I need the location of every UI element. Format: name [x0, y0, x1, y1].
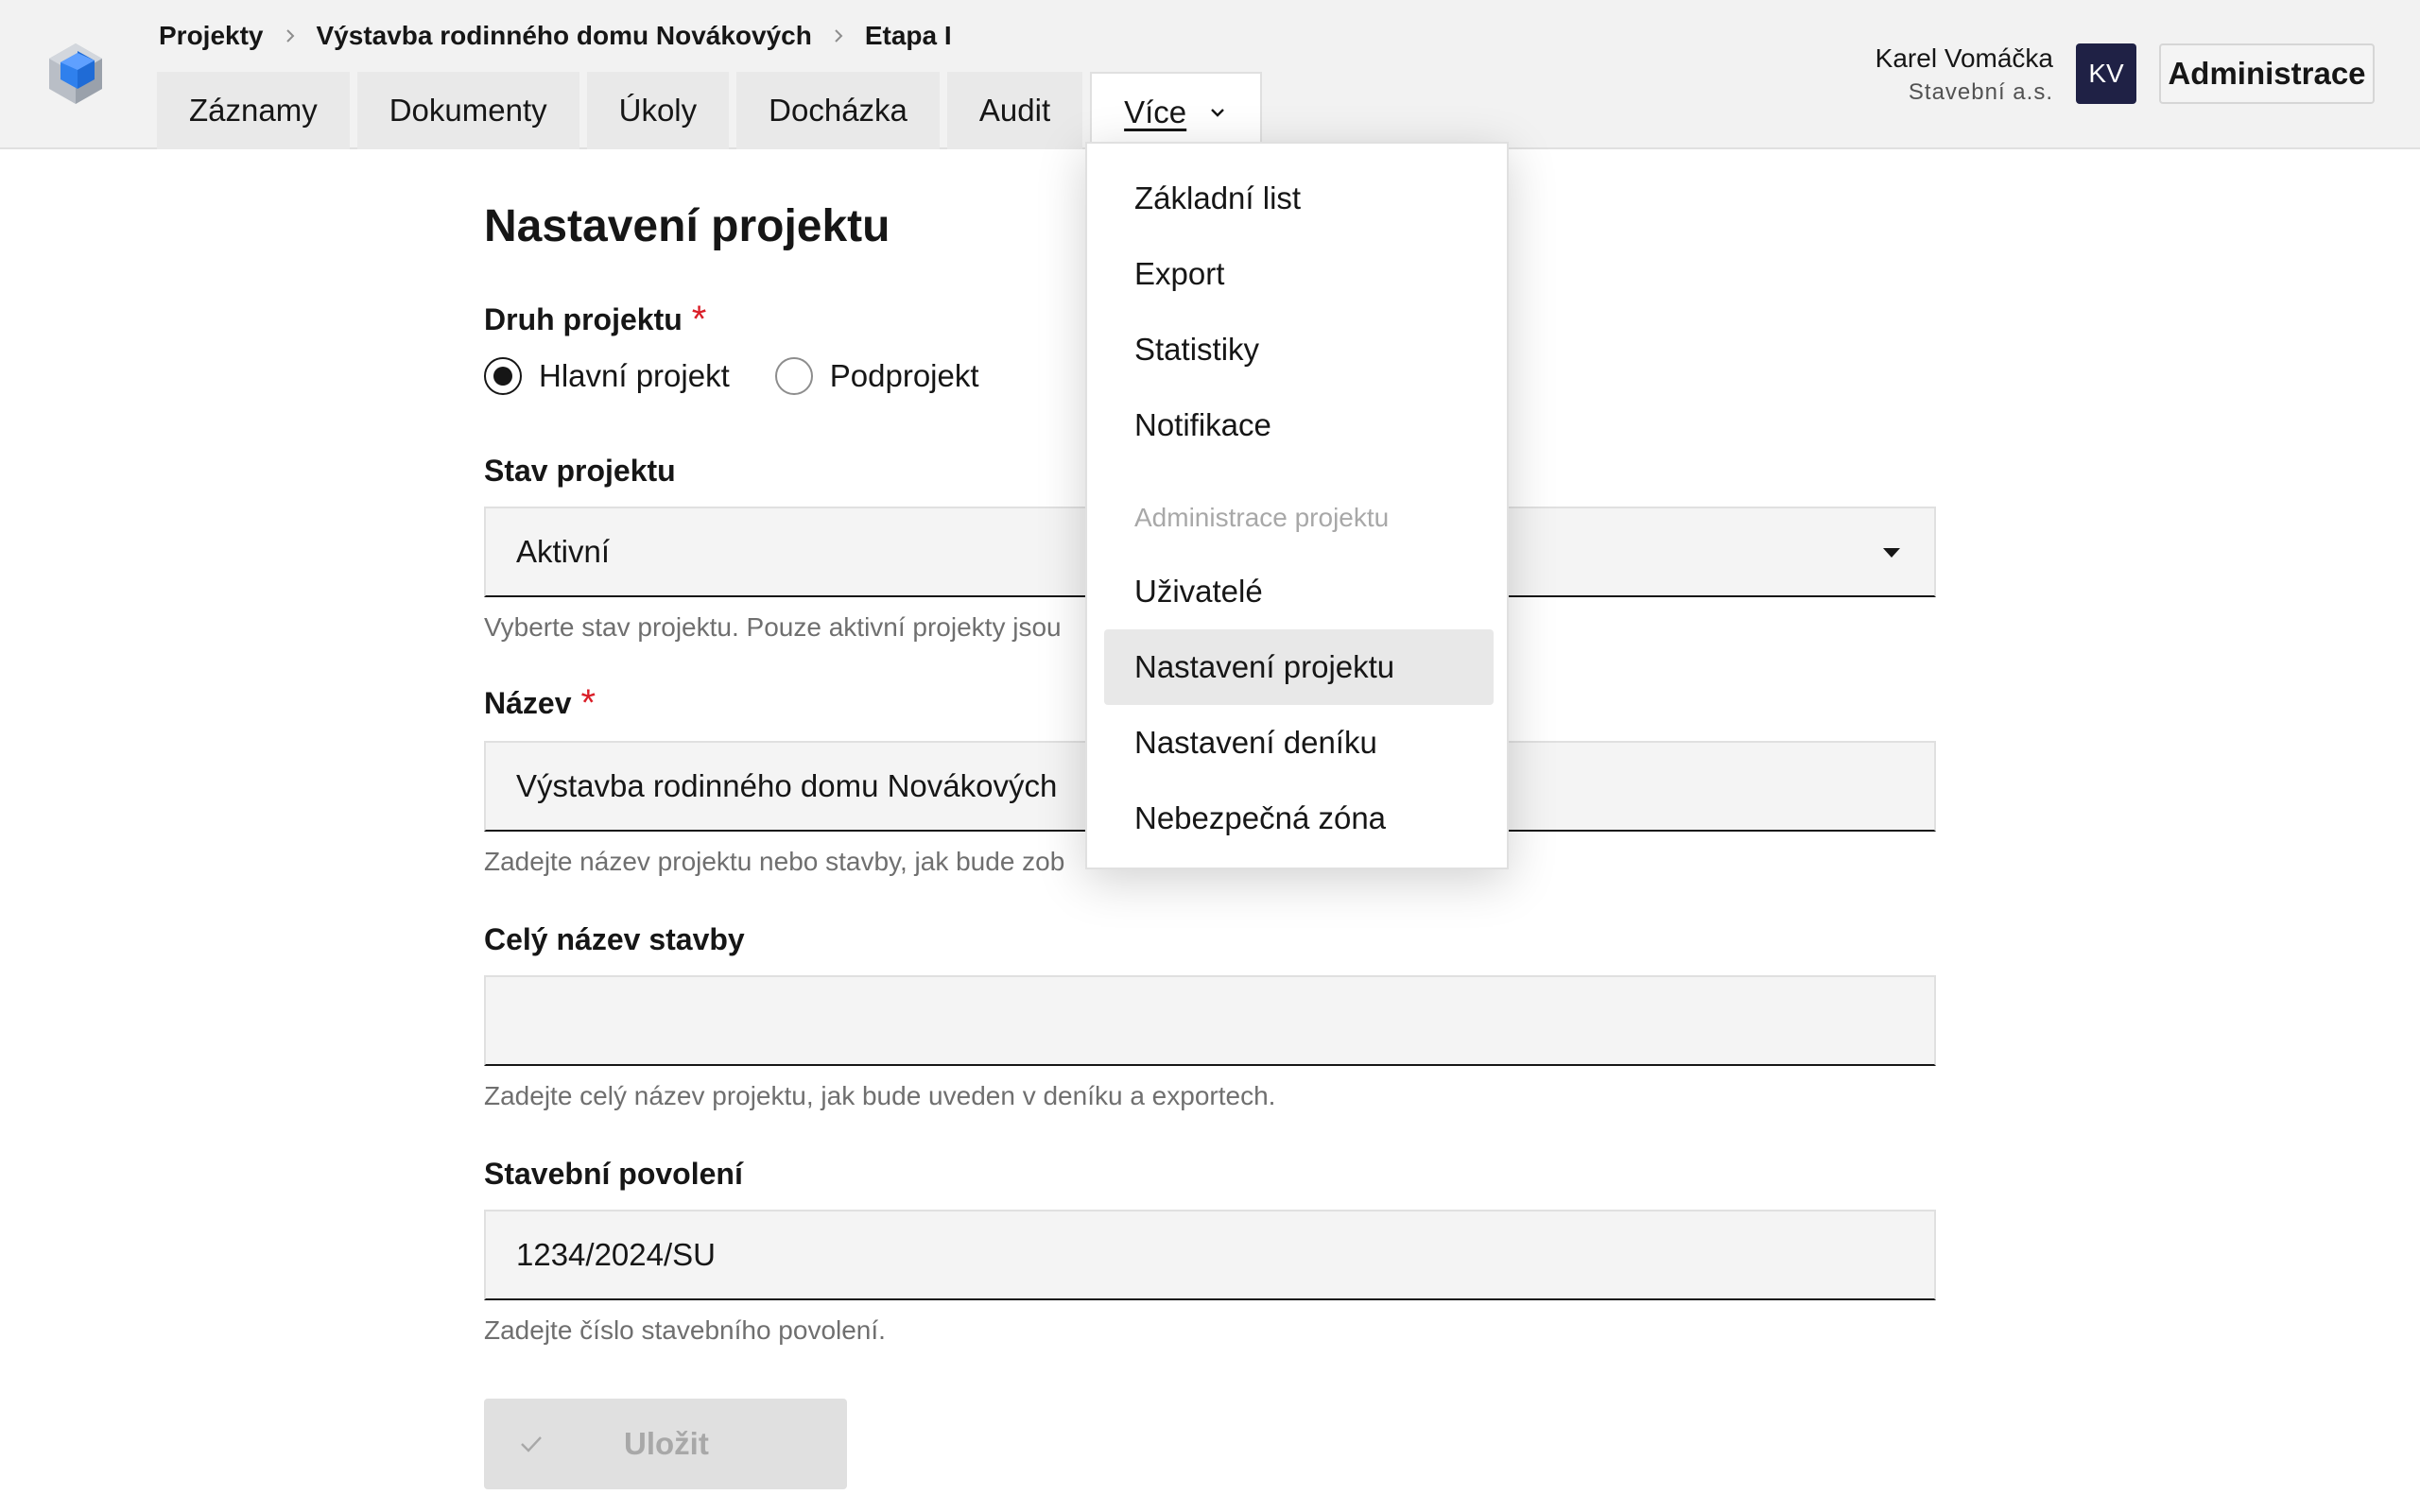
povoleni-helper: Zadejte číslo stavebního povolení.	[484, 1315, 886, 1345]
menu-item-uzivatele[interactable]: Uživatelé	[1104, 554, 1494, 629]
user-info: Karel Vomáčka Stavební a.s.	[1876, 42, 2053, 108]
tab-label: Docházka	[769, 93, 908, 128]
checkmark-icon	[521, 1436, 542, 1452]
radio-label: Podprojekt	[829, 358, 979, 393]
tab-ukoly[interactable]: Úkoly	[586, 72, 730, 149]
radio-checked-icon	[484, 357, 522, 395]
stav-label: Stav projektu	[484, 454, 676, 488]
chevron-right-icon	[283, 28, 298, 43]
chevron-down-icon	[1211, 109, 1225, 117]
menu-item-nebezpecna-zona[interactable]: Nebezpečná zóna	[1104, 781, 1494, 856]
nazev-label-text: Název	[484, 686, 572, 720]
nazev-value: Výstavba rodinného domu Novákových	[516, 768, 1058, 803]
tab-label: Úkoly	[618, 93, 698, 128]
cely-nazev-input[interactable]	[484, 975, 1936, 1066]
tab-label: Audit	[978, 93, 1051, 128]
menu-item-export[interactable]: Export	[1104, 236, 1494, 312]
app-logo-icon[interactable]	[45, 40, 106, 108]
tab-dochazka[interactable]: Docházka	[736, 72, 940, 149]
druh-radio-group: Hlavní projekt Podprojekt	[484, 357, 979, 395]
save-button[interactable]: Uložit	[484, 1399, 847, 1489]
radio-label: Hlavní projekt	[539, 358, 730, 393]
tab-label: Záznamy	[189, 93, 318, 128]
save-label: Uložit	[624, 1426, 709, 1461]
menu-item-nastaveni-projektu[interactable]: Nastavení projektu	[1104, 629, 1494, 705]
nazev-label: Název *	[484, 682, 596, 725]
povoleni-value: 1234/2024/SU	[516, 1237, 717, 1272]
druh-label: Druh projektu *	[484, 299, 706, 341]
required-marker: *	[691, 299, 707, 340]
menu-item-zakladni-list[interactable]: Základní list	[1104, 161, 1494, 236]
breadcrumb-project[interactable]: Výstavba rodinného domu Novákových	[317, 21, 812, 51]
tab-label: Dokumenty	[389, 93, 547, 128]
tab-zaznamy[interactable]: Záznamy	[157, 72, 350, 149]
vice-dropdown-menu: Základní list Export Statistiky Notifika…	[1085, 142, 1509, 869]
druh-label-text: Druh projektu	[484, 302, 683, 336]
radio-hlavni-projekt[interactable]: Hlavní projekt	[484, 357, 730, 395]
user-name: Karel Vomáčka	[1875, 43, 2053, 73]
top-header: Projekty Výstavba rodinného domu Novákov…	[0, 0, 2420, 151]
tab-dokumenty[interactable]: Dokumenty	[356, 72, 579, 149]
breadcrumb-projekty[interactable]: Projekty	[159, 21, 264, 51]
stav-helper: Vyberte stav projektu. Pouze aktivní pro…	[484, 612, 1062, 642]
menu-item-notifikace[interactable]: Notifikace	[1104, 387, 1494, 463]
tab-label: Více	[1124, 94, 1187, 129]
povoleni-label: Stavební povolení	[484, 1157, 743, 1191]
administrace-button[interactable]: Administrace	[2159, 43, 2375, 104]
page-title: Nastavení projektu	[484, 201, 890, 251]
tab-vice[interactable]: Více	[1090, 72, 1263, 151]
breadcrumb: Projekty Výstavba rodinného domu Novákov…	[159, 19, 952, 53]
avatar[interactable]: KV	[2076, 43, 2136, 104]
povoleni-input[interactable]: 1234/2024/SU	[484, 1210, 1936, 1300]
required-marker: *	[580, 682, 596, 724]
menu-item-statistiky[interactable]: Statistiky	[1104, 312, 1494, 387]
cely-nazev-label: Celý název stavby	[484, 922, 745, 956]
radio-unchecked-icon	[774, 357, 813, 395]
stav-value: Aktivní	[516, 534, 611, 569]
breadcrumb-etapa[interactable]: Etapa I	[865, 21, 952, 51]
menu-item-nastaveni-deniku[interactable]: Nastavení deníku	[1104, 705, 1494, 781]
caret-down-icon	[1883, 548, 1900, 558]
chevron-right-icon	[831, 28, 846, 43]
nav-tabs: Záznamy Dokumenty Úkoly Docházka Audit V…	[157, 72, 1263, 151]
nazev-helper: Zadejte název projektu nebo stavby, jak …	[484, 847, 1065, 876]
cely-nazev-helper: Zadejte celý název projektu, jak bude uv…	[484, 1081, 1276, 1110]
menu-section-administrace: Administrace projektu	[1134, 503, 1390, 532]
tab-audit[interactable]: Audit	[946, 72, 1083, 149]
radio-podprojekt[interactable]: Podprojekt	[774, 357, 979, 395]
user-company: Stavební a.s.	[1908, 79, 2053, 105]
